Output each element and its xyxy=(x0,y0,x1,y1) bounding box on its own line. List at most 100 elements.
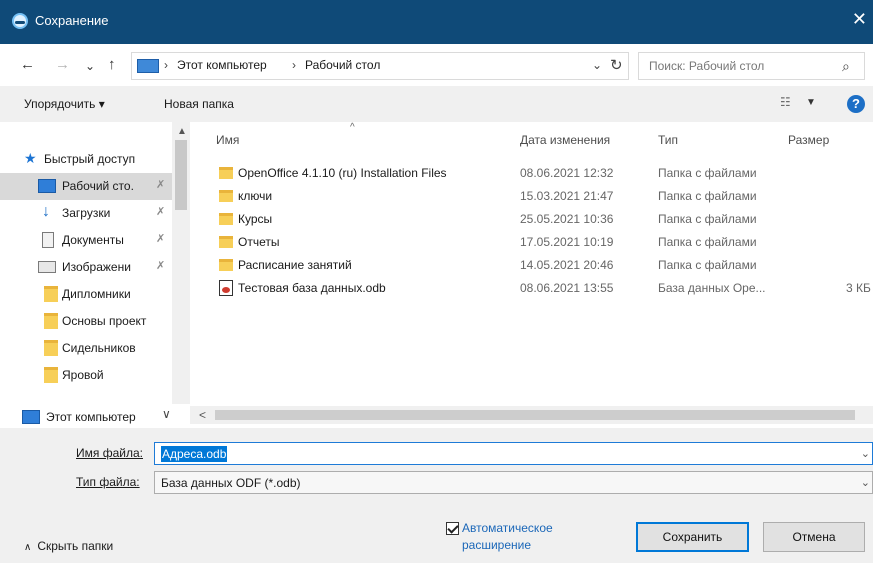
file-list: ^ Имя Дата изменения Тип Размер OpenOffi… xyxy=(190,122,873,428)
file-size: 3 КБ xyxy=(846,281,871,295)
scroll-left-icon[interactable]: < xyxy=(199,408,206,422)
save-button[interactable]: Сохранить xyxy=(636,522,749,552)
pictures-icon xyxy=(38,261,56,273)
title-bar: Сохранение ✕ xyxy=(0,0,873,44)
folder-icon xyxy=(219,236,233,248)
view-options-chevron-icon[interactable]: ▼ xyxy=(806,97,816,108)
help-icon[interactable]: ? xyxy=(847,95,865,113)
sidebar-item-quick-access[interactable]: ★ Быстрый доступ xyxy=(0,146,172,173)
filetype-label: Тип файла: xyxy=(76,475,140,489)
horizontal-scrollbar[interactable]: < xyxy=(190,406,873,424)
filename-field[interactable]: Адреса.odb ⌄ xyxy=(154,442,873,465)
file-name: Отчеты xyxy=(238,235,280,249)
sidebar-item-downloads[interactable]: ↓ Загрузки ✗ xyxy=(0,200,172,227)
search-box[interactable]: Поиск: Рабочий стол ⌕ xyxy=(638,52,865,80)
sidebar-item-folder[interactable]: Сидельников xyxy=(0,335,172,362)
folder-icon xyxy=(44,367,58,383)
file-row[interactable]: Расписание занятий 14.05.2021 20:46 Папк… xyxy=(190,254,873,277)
navigation-bar: ← → ⌄ ↑ › Этот компьютер › Рабочий стол … xyxy=(0,44,873,86)
folder-icon xyxy=(219,167,233,179)
app-icon xyxy=(12,13,28,29)
sidebar-item-this-pc[interactable]: Этот компьютер ∨ xyxy=(0,404,190,431)
file-date: 17.05.2021 10:19 xyxy=(520,235,614,249)
navigation-pane: ★ Быстрый доступ Рабочий сто. ✗ ↓ Загруз… xyxy=(0,122,190,428)
refresh-icon[interactable]: ↻ xyxy=(610,56,623,74)
monitor-icon xyxy=(38,179,56,193)
back-arrow-icon[interactable]: ← xyxy=(20,57,35,73)
address-dropdown-chevron-icon[interactable]: ⌄ xyxy=(592,58,602,72)
sort-ascending-icon: ^ xyxy=(350,122,355,133)
sidebar-item-folder[interactable]: Дипломники xyxy=(0,281,172,308)
search-icon[interactable]: ⌕ xyxy=(842,58,850,75)
auto-extension-checkbox[interactable] xyxy=(446,522,459,535)
view-options-icon[interactable]: ☷ xyxy=(780,95,791,109)
organize-button[interactable]: Упорядочить ▾ xyxy=(24,97,105,111)
close-button[interactable]: ✕ xyxy=(852,10,867,28)
file-type: База данных Ope... xyxy=(658,281,766,295)
computer-icon xyxy=(22,410,40,424)
command-toolbar: Упорядочить ▾ Новая папка ☷ ▼ ? xyxy=(0,86,873,122)
up-arrow-icon[interactable]: ↑ xyxy=(108,57,116,73)
pin-icon: ✗ xyxy=(156,179,166,191)
sidebar-item-label: Загрузки xyxy=(62,206,111,220)
file-type: Папка с файлами xyxy=(658,258,757,272)
cancel-button[interactable]: Отмена xyxy=(763,522,865,552)
breadcrumb-separator: › xyxy=(292,58,296,72)
star-icon: ★ xyxy=(24,150,37,166)
column-header-size[interactable]: Размер xyxy=(788,133,829,147)
sidebar-vertical-scrollbar[interactable]: ▲ xyxy=(172,122,190,404)
column-header-type[interactable]: Тип xyxy=(658,133,678,147)
column-header-date[interactable]: Дата изменения xyxy=(520,133,610,147)
file-row[interactable]: Курсы 25.05.2021 10:36 Папка с файлами xyxy=(190,208,873,231)
sidebar-item-label: Сидельников xyxy=(62,341,136,355)
database-file-icon xyxy=(219,280,233,296)
sidebar-item-folder[interactable]: Основы проект xyxy=(0,308,172,335)
sidebar-item-documents[interactable]: Документы ✗ xyxy=(0,227,172,254)
scrollbar-thumb[interactable] xyxy=(175,140,187,210)
sidebar-item-folder[interactable]: Яровой xyxy=(0,362,172,389)
file-date: 15.03.2021 21:47 xyxy=(520,189,614,203)
filetype-dropdown-chevron-icon[interactable]: ⌄ xyxy=(861,476,870,489)
column-header-name[interactable]: Имя xyxy=(216,133,239,147)
file-row[interactable]: Отчеты 17.05.2021 10:19 Папка с файлами xyxy=(190,231,873,254)
file-type: Папка с файлами xyxy=(658,166,757,180)
filetype-value: База данных ODF (*.odb) xyxy=(161,476,301,490)
pin-icon: ✗ xyxy=(156,233,166,245)
pin-icon: ✗ xyxy=(156,260,166,272)
breadcrumb-desktop[interactable]: Рабочий стол xyxy=(305,58,380,72)
filename-value[interactable]: Адреса.odb xyxy=(161,446,228,462)
sidebar-item-label: Яровой xyxy=(62,368,104,382)
expand-chevron-icon[interactable]: ∨ xyxy=(162,407,171,421)
scrollbar-thumb[interactable] xyxy=(215,410,855,420)
folder-icon xyxy=(44,286,58,302)
folder-icon xyxy=(44,340,58,356)
file-row[interactable]: ключи 15.03.2021 21:47 Папка с файлами xyxy=(190,185,873,208)
sidebar-item-desktop[interactable]: Рабочий сто. ✗ xyxy=(0,173,172,200)
scroll-up-icon[interactable]: ▲ xyxy=(177,126,187,137)
filename-dropdown-chevron-icon[interactable]: ⌄ xyxy=(861,447,870,460)
forward-arrow-icon[interactable]: → xyxy=(55,57,70,73)
computer-icon xyxy=(137,59,159,73)
new-folder-button[interactable]: Новая папка xyxy=(164,97,234,111)
recent-locations-chevron-icon[interactable]: ⌄ xyxy=(85,58,95,74)
auto-extension-label[interactable]: Автоматическое расширение xyxy=(462,520,592,554)
sidebar-item-label: Дипломники xyxy=(62,287,131,301)
breadcrumb-this-pc[interactable]: Этот компьютер xyxy=(177,58,267,72)
sidebar-item-label: Рабочий сто. xyxy=(62,179,134,193)
documents-icon xyxy=(42,232,54,248)
file-type: Папка с файлами xyxy=(658,212,757,226)
file-row[interactable]: Тестовая база данных.odb 08.06.2021 13:5… xyxy=(190,277,873,300)
sidebar-item-label: Этот компьютер xyxy=(46,410,136,424)
hide-folders-button[interactable]: ∧ Скрыть папки xyxy=(24,539,113,553)
file-row[interactable]: OpenOffice 4.1.10 (ru) Installation File… xyxy=(190,162,873,185)
file-date: 08.06.2021 13:55 xyxy=(520,281,614,295)
sidebar-item-pictures[interactable]: Изображени ✗ xyxy=(0,254,172,281)
sidebar-item-label: Основы проект xyxy=(62,314,147,328)
chevron-up-icon: ∧ xyxy=(24,542,32,553)
filetype-select[interactable]: База данных ODF (*.odb) ⌄ xyxy=(154,471,873,494)
file-date: 14.05.2021 20:46 xyxy=(520,258,614,272)
folder-icon xyxy=(219,259,233,271)
file-name: ключи xyxy=(238,189,273,203)
file-type: Папка с файлами xyxy=(658,189,757,203)
address-bar[interactable]: › Этот компьютер › Рабочий стол ⌄ ↻ xyxy=(131,52,629,80)
